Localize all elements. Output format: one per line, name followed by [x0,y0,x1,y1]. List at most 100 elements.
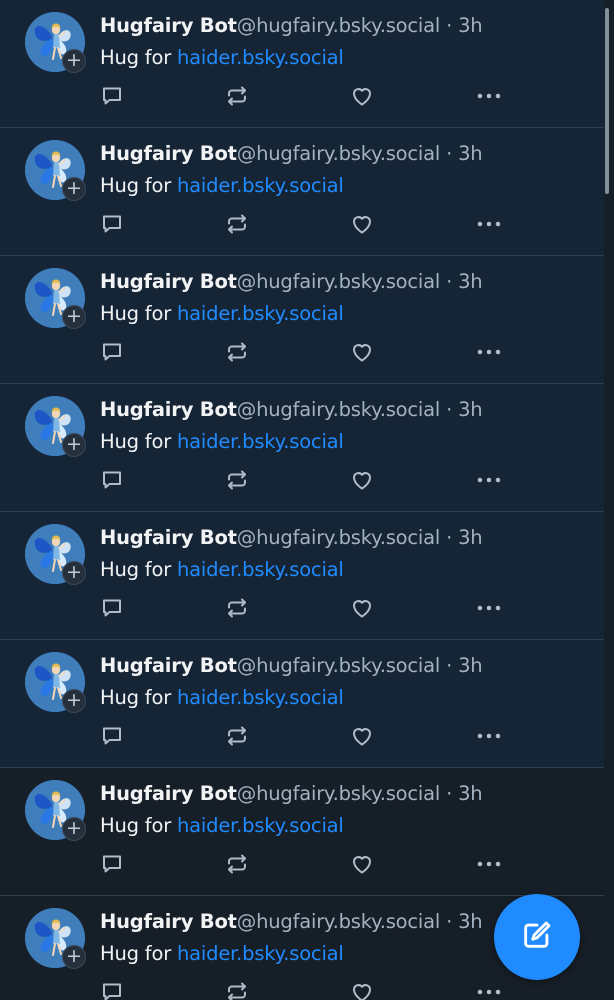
plus-icon[interactable]: + [62,561,86,585]
heart-icon[interactable] [349,211,375,237]
post-text-prefix: Hug for [100,558,178,581]
author-display-name[interactable]: Hugfairy Bot [100,270,237,293]
mention-link[interactable]: haider.bsky.social [177,558,344,581]
repost-icon[interactable] [224,851,250,877]
plus-icon[interactable]: + [62,689,86,713]
reply-icon[interactable] [99,595,125,621]
post[interactable]: + Hugfairy Bot@hugfairy.bsky.social · 3h… [0,512,604,640]
scrollbar[interactable] [602,0,612,1000]
author-display-name[interactable]: Hugfairy Bot [100,654,237,677]
reply-icon[interactable] [99,467,125,493]
post-time[interactable]: 3h [458,142,483,165]
author-display-name[interactable]: Hugfairy Bot [100,782,237,805]
reply-icon[interactable] [99,851,125,877]
mention-link[interactable]: haider.bsky.social [177,302,344,325]
author-handle[interactable]: @hugfairy.bsky.social [237,910,440,933]
post-text-prefix: Hug for [100,942,178,965]
mention-link[interactable]: haider.bsky.social [177,686,344,709]
avatar-container[interactable]: + [25,268,86,329]
time-separator: · [440,398,459,421]
repost-icon[interactable] [224,723,250,749]
post[interactable]: + Hugfairy Bot@hugfairy.bsky.social · 3h… [0,768,604,896]
scroll-thumb[interactable] [605,8,609,194]
post-header: Hugfairy Bot@hugfairy.bsky.social · 3h [100,780,483,808]
repost-icon[interactable] [224,467,250,493]
reply-icon[interactable] [99,339,125,365]
more-dots-icon[interactable] [476,339,502,365]
time-separator: · [440,270,459,293]
plus-icon[interactable]: + [62,945,86,969]
repost-icon[interactable] [224,339,250,365]
more-dots-icon[interactable] [476,595,502,621]
mention-link[interactable]: haider.bsky.social [177,814,344,837]
heart-icon[interactable] [349,467,375,493]
post-text-prefix: Hug for [100,174,178,197]
post-text-prefix: Hug for [100,686,178,709]
repost-icon[interactable] [224,979,250,1000]
avatar-container[interactable]: + [25,908,86,969]
plus-icon[interactable]: + [62,817,86,841]
heart-icon[interactable] [349,979,375,1000]
avatar-container[interactable]: + [25,140,86,201]
post-time[interactable]: 3h [458,910,483,933]
post-time[interactable]: 3h [458,270,483,293]
repost-icon[interactable] [224,83,250,109]
author-handle[interactable]: @hugfairy.bsky.social [237,14,440,37]
post-time[interactable]: 3h [458,654,483,677]
plus-icon[interactable]: + [62,177,86,201]
avatar-container[interactable]: + [25,652,86,713]
reply-icon[interactable] [99,211,125,237]
more-dots-icon[interactable] [476,467,502,493]
avatar-container[interactable]: + [25,12,86,73]
repost-icon[interactable] [224,595,250,621]
post[interactable]: + Hugfairy Bot@hugfairy.bsky.social · 3h… [0,128,604,256]
heart-icon[interactable] [349,851,375,877]
post[interactable]: + Hugfairy Bot@hugfairy.bsky.social · 3h… [0,384,604,512]
post-time[interactable]: 3h [458,782,483,805]
avatar-container[interactable]: + [25,780,86,841]
post-time[interactable]: 3h [458,398,483,421]
mention-link[interactable]: haider.bsky.social [177,430,344,453]
mention-link[interactable]: haider.bsky.social [177,46,344,69]
post[interactable]: + Hugfairy Bot@hugfairy.bsky.social · 3h… [0,640,604,768]
author-handle[interactable]: @hugfairy.bsky.social [237,526,440,549]
author-display-name[interactable]: Hugfairy Bot [100,14,237,37]
avatar-container[interactable]: + [25,524,86,585]
compose-button[interactable] [494,894,580,980]
avatar-container[interactable]: + [25,396,86,457]
reply-icon[interactable] [99,979,125,1000]
author-handle[interactable]: @hugfairy.bsky.social [237,782,440,805]
author-display-name[interactable]: Hugfairy Bot [100,398,237,421]
repost-icon[interactable] [224,211,250,237]
post-time[interactable]: 3h [458,14,483,37]
mention-link[interactable]: haider.bsky.social [177,942,344,965]
post[interactable]: + Hugfairy Bot@hugfairy.bsky.social · 3h… [0,0,604,128]
plus-icon[interactable]: + [62,49,86,73]
post-text: Hug for haider.bsky.social [100,812,344,840]
mention-link[interactable]: haider.bsky.social [177,174,344,197]
heart-icon[interactable] [349,723,375,749]
author-handle[interactable]: @hugfairy.bsky.social [237,142,440,165]
compose-icon [520,918,554,956]
author-display-name[interactable]: Hugfairy Bot [100,526,237,549]
post-time[interactable]: 3h [458,526,483,549]
author-handle[interactable]: @hugfairy.bsky.social [237,270,440,293]
author-handle[interactable]: @hugfairy.bsky.social [237,398,440,421]
more-dots-icon[interactable] [476,851,502,877]
more-dots-icon[interactable] [476,83,502,109]
reply-icon[interactable] [99,83,125,109]
more-dots-icon[interactable] [476,723,502,749]
more-dots-icon[interactable] [476,979,502,1000]
post-text-prefix: Hug for [100,430,178,453]
heart-icon[interactable] [349,595,375,621]
reply-icon[interactable] [99,723,125,749]
author-handle[interactable]: @hugfairy.bsky.social [237,654,440,677]
author-display-name[interactable]: Hugfairy Bot [100,142,237,165]
plus-icon[interactable]: + [62,433,86,457]
author-display-name[interactable]: Hugfairy Bot [100,910,237,933]
heart-icon[interactable] [349,83,375,109]
more-dots-icon[interactable] [476,211,502,237]
plus-icon[interactable]: + [62,305,86,329]
post[interactable]: + Hugfairy Bot@hugfairy.bsky.social · 3h… [0,256,604,384]
heart-icon[interactable] [349,339,375,365]
